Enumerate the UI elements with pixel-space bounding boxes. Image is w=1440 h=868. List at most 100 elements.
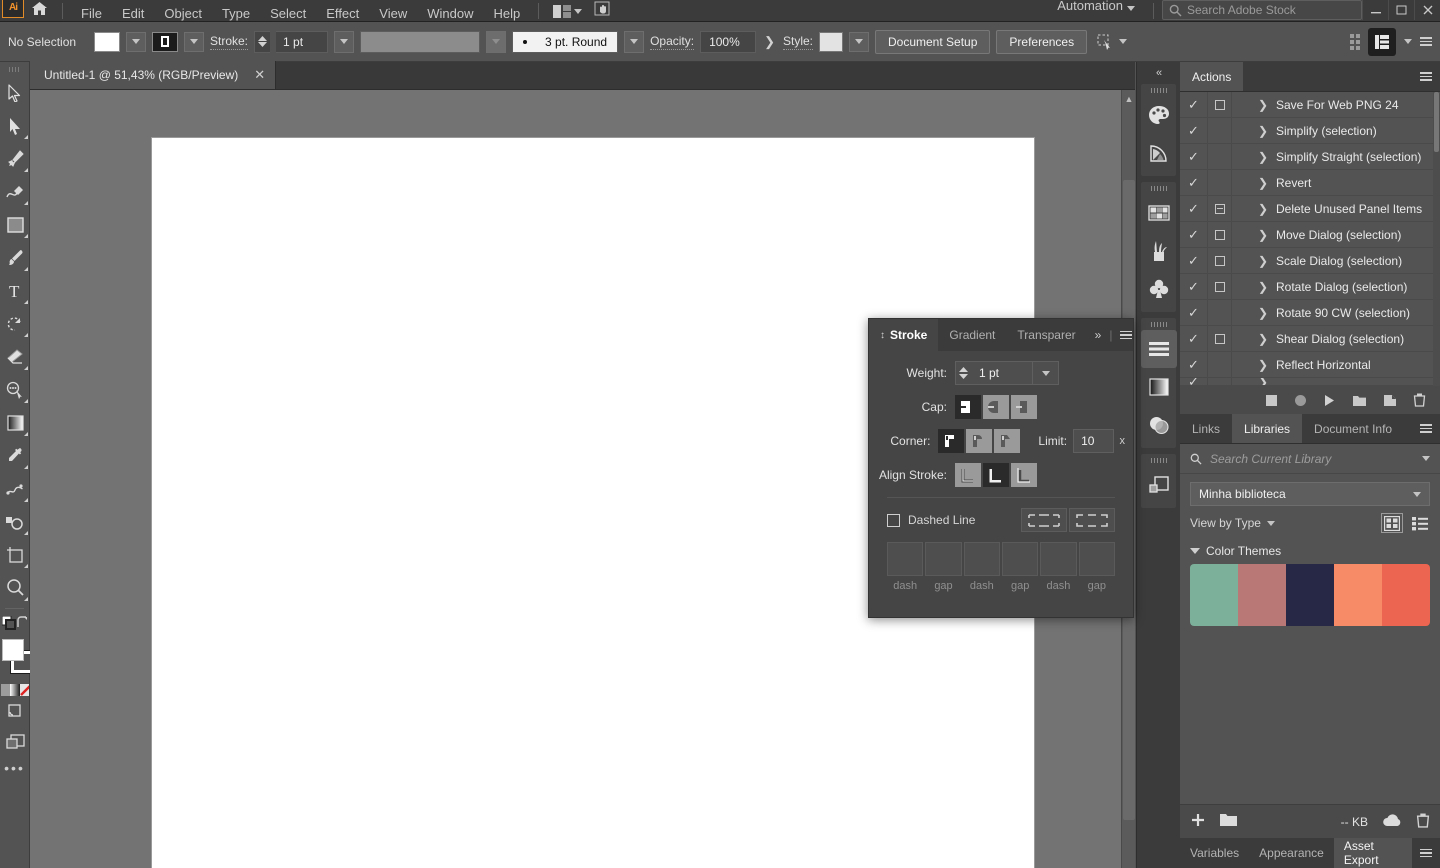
default-fill-stroke-icon[interactable] [2, 616, 16, 633]
expand-arrow-icon[interactable]: ❯ [1232, 378, 1276, 386]
panel-menu-icon[interactable] [1412, 414, 1440, 443]
paintbrush-tool[interactable] [0, 241, 30, 274]
dash-field-2[interactable]: dash [964, 542, 1000, 592]
arrange-grid-icon[interactable] [1350, 34, 1360, 50]
dock-grip[interactable] [1141, 182, 1176, 194]
opacity-value[interactable]: 100% [700, 31, 756, 53]
action-dialog-toggle[interactable] [1208, 196, 1232, 222]
curvature-tool[interactable] [0, 175, 30, 208]
miter-join-icon[interactable] [938, 429, 964, 453]
preferences-button[interactable]: Preferences [996, 30, 1087, 54]
search-current-library-input[interactable]: Search Current Library [1180, 444, 1440, 474]
shape-builder-tool[interactable] [0, 373, 30, 406]
action-dialog-toggle[interactable] [1208, 144, 1232, 170]
workspace-switcher-icon[interactable] [1368, 28, 1396, 56]
arrange-documents-icon[interactable] [547, 5, 588, 18]
expand-arrow-icon[interactable]: ❯ [1232, 254, 1276, 268]
actions-list[interactable]: ✓ ❯ Save For Web PNG 24 ✓ ❯ Simplify (se… [1180, 92, 1440, 386]
table-row-partial[interactable]: ✓ ❯ [1180, 378, 1440, 386]
chevron-down-icon[interactable] [1422, 456, 1430, 461]
select-similar-objects-icon[interactable] [1097, 34, 1127, 50]
transparency-panel-icon[interactable] [1141, 406, 1177, 444]
gap-field-2[interactable]: gap [1002, 542, 1038, 592]
delete-selection-icon[interactable] [1413, 393, 1426, 407]
document-tab[interactable]: Untitled-1 @ 51,43% (RGB/Preview) ✕ [30, 61, 276, 89]
butt-cap-icon[interactable] [955, 395, 981, 419]
tab-appearance[interactable]: Appearance [1249, 838, 1334, 868]
action-dialog-toggle[interactable] [1208, 170, 1232, 196]
action-enabled-check[interactable]: ✓ [1180, 196, 1208, 222]
fill-swatch[interactable] [94, 32, 120, 52]
expand-arrow-icon[interactable]: ❯ [1232, 306, 1276, 320]
menu-window[interactable]: Window [417, 0, 483, 21]
fill-dropdown[interactable] [126, 32, 146, 52]
action-dialog-toggle[interactable] [1208, 222, 1232, 248]
stroke-label[interactable]: Stroke: [210, 34, 248, 50]
width-profile-dropdown[interactable] [486, 31, 506, 53]
expand-arrow-icon[interactable]: ❯ [1232, 332, 1276, 346]
action-dialog-toggle[interactable] [1208, 118, 1232, 144]
dash-field-1[interactable]: dash [887, 542, 923, 592]
stop-playing-icon[interactable] [1265, 394, 1278, 407]
tab-transparency[interactable]: Transparer [1006, 319, 1086, 351]
theme-color-2[interactable] [1238, 564, 1286, 626]
menu-select[interactable]: Select [260, 0, 316, 21]
stroke-weight-dropdown[interactable] [334, 31, 354, 53]
hand-tool-icon[interactable] [588, 0, 616, 19]
projecting-cap-icon[interactable] [1011, 395, 1037, 419]
panel-menu-icon[interactable] [1420, 37, 1432, 46]
automation-label[interactable]: Automation [1053, 0, 1127, 21]
stroke-weight-value[interactable]: 1 pt [276, 31, 328, 53]
stroke-dropdown[interactable] [184, 32, 204, 52]
expand-arrow-icon[interactable]: ❯ [1232, 176, 1276, 190]
selection-tool[interactable] [0, 76, 30, 109]
menu-type[interactable]: Type [212, 0, 260, 21]
action-enabled-check[interactable]: ✓ [1180, 222, 1208, 248]
align-outside-icon[interactable] [1011, 463, 1037, 487]
round-join-icon[interactable] [966, 429, 992, 453]
toolbar-grip[interactable] [0, 62, 29, 76]
theme-color-1[interactable] [1190, 564, 1238, 626]
action-enabled-check[interactable]: ✓ [1180, 352, 1208, 378]
symbol-sprayer-tool[interactable] [0, 505, 30, 538]
action-enabled-check[interactable]: ✓ [1180, 144, 1208, 170]
align-center-icon[interactable] [955, 463, 981, 487]
variable-width-profile[interactable] [360, 31, 480, 53]
chevron-down-icon[interactable] [1127, 6, 1135, 11]
type-tool[interactable]: T [0, 274, 30, 307]
rotate-tool[interactable] [0, 307, 30, 340]
create-new-set-icon[interactable] [1352, 394, 1367, 407]
expand-arrow-icon[interactable]: ❯ [1232, 98, 1276, 112]
layers-panel-icon[interactable] [1141, 466, 1177, 504]
color-panel-icon[interactable] [1141, 96, 1177, 134]
brush-dropdown[interactable] [624, 31, 644, 53]
gradient-panel-icon[interactable] [1141, 368, 1177, 406]
table-row[interactable]: ✓ ❯ Delete Unused Panel Items [1180, 196, 1440, 222]
delete-icon[interactable] [1416, 813, 1430, 831]
create-new-action-icon[interactable] [1383, 394, 1397, 407]
dock-grip[interactable] [1141, 84, 1176, 96]
table-row[interactable]: ✓ ❯ Scale Dialog (selection) [1180, 248, 1440, 274]
action-dialog-toggle[interactable] [1208, 248, 1232, 274]
action-dialog-toggle[interactable] [1208, 326, 1232, 352]
maximize-button[interactable] [1388, 0, 1414, 20]
weight-input[interactable]: 1 pt [971, 361, 1033, 385]
chevron-down-icon[interactable] [1267, 521, 1275, 526]
artboard-tool[interactable] [0, 538, 30, 571]
list-view-icon[interactable] [1410, 514, 1430, 532]
panel-drag-grip-icon[interactable]: ↕ [880, 330, 885, 341]
expand-arrow-icon[interactable]: ❯ [1232, 202, 1276, 216]
dock-grip[interactable] [1141, 318, 1176, 330]
begin-recording-icon[interactable] [1294, 394, 1307, 407]
action-dialog-toggle[interactable] [1208, 352, 1232, 378]
actions-scrollbar[interactable] [1433, 92, 1440, 386]
stroke-panel[interactable]: ↕ Stroke Gradient Transparer » | Weight:… [868, 318, 1134, 618]
pen-tool[interactable] [0, 142, 30, 175]
search-adobe-stock-input[interactable]: Search Adobe Stock [1162, 0, 1362, 20]
action-enabled-check[interactable]: ✓ [1180, 378, 1208, 386]
table-row[interactable]: ✓ ❯ Rotate Dialog (selection) [1180, 274, 1440, 300]
tab-actions[interactable]: Actions [1180, 62, 1243, 91]
table-row[interactable]: ✓ ❯ Move Dialog (selection) [1180, 222, 1440, 248]
eyedropper-tool[interactable] [0, 439, 30, 472]
dock-grip[interactable] [1141, 454, 1176, 466]
